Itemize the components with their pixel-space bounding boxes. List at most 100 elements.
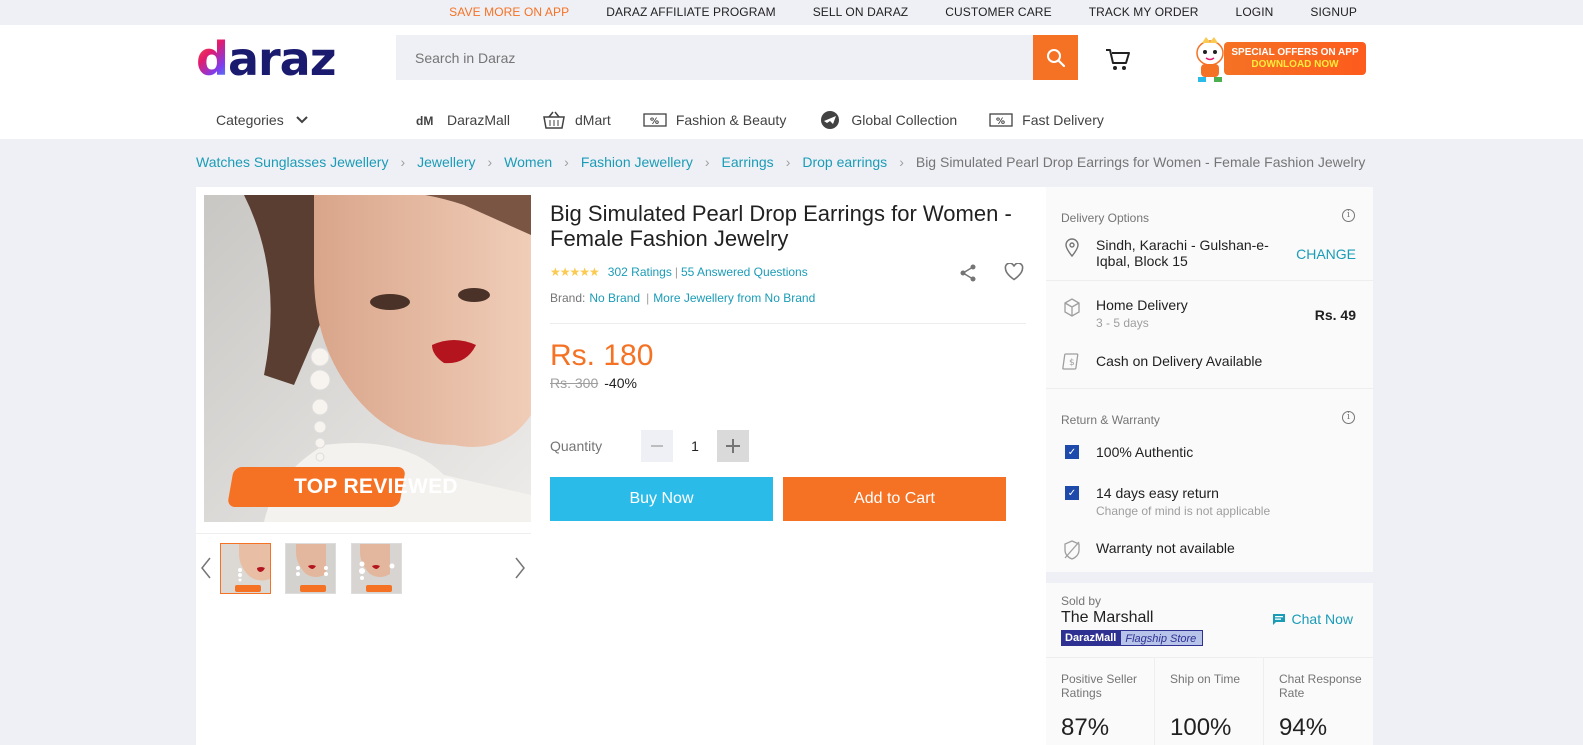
discount-tag-icon: % [643,110,667,130]
more-from-brand-link[interactable]: More Jewellery from No Brand [653,291,815,305]
warranty-row: Warranty not available [1061,540,1235,560]
thumbnail-3[interactable] [351,543,402,594]
brand-row: Brand: No Brand | More Jewellery from No… [550,291,815,305]
signup-link[interactable]: SIGNUP [1310,5,1357,19]
home-delivery-row: Home Delivery 3 - 5 days [1061,297,1188,330]
info-icon[interactable]: i [1342,411,1355,424]
rating-row: ★★★★★ 302 Ratings | 55 Answered Question… [550,265,808,279]
questions-link[interactable]: 55 Answered Questions [681,265,808,279]
ratings-link[interactable]: 302 Ratings [608,265,672,279]
customer-care-link[interactable]: CUSTOMER CARE [945,5,1051,19]
change-location-button[interactable]: CHANGE [1296,246,1356,262]
return-label: 14 days easy return [1096,485,1219,501]
chat-now-button[interactable]: Chat Now [1272,611,1353,627]
quantity-increase-button[interactable] [717,430,749,462]
quantity-value[interactable]: 1 [673,438,717,454]
product-photo [204,195,531,522]
nav-label: Fast Delivery [1022,112,1104,128]
add-to-cart-button[interactable]: Add to Cart [783,477,1006,521]
svg-text:%: % [650,117,659,127]
save-more-on-app-link[interactable]: SAVE MORE ON APP [449,5,569,19]
top-reviewed-badge: TOP REVIEWED [294,475,458,498]
metric-chat-response: Chat Response Rate 94% [1264,658,1373,745]
quantity-stepper: Quantity 1 [550,430,749,462]
nav-fashion-beauty[interactable]: % Fashion & Beauty [643,110,787,130]
wishlist-button[interactable] [1004,262,1024,284]
darazmall-badge: DarazMall [1061,630,1121,646]
thumbnail-2[interactable] [285,543,336,594]
breadcrumb-item[interactable]: Watches Sunglasses Jewellery [196,154,388,170]
sold-by-label: Sold by [1061,594,1102,608]
breadcrumb-item[interactable]: Jewellery [417,154,475,170]
top-links: SAVE MORE ON APP DARAZ AFFILIATE PROGRAM… [412,5,1357,19]
nav-label: Fashion & Beauty [675,112,787,128]
logo-text: araz [227,32,337,86]
affiliate-program-link[interactable]: DARAZ AFFILIATE PROGRAM [606,5,775,19]
nav-label: DarazMall [447,112,511,128]
cod-label: Cash on Delivery Available [1096,353,1263,369]
svg-text:dM: dM [416,114,433,127]
nav-darazmall[interactable]: dM DarazMall [414,110,510,130]
breadcrumb-item[interactable]: Earrings [722,154,774,170]
seller-name[interactable]: The Marshall [1061,609,1153,627]
thumbnail-prev-button[interactable] [200,556,212,583]
return-warranty-heading: Return & Warranty [1061,413,1160,427]
brand-link[interactable]: No Brand [589,291,640,305]
breadcrumb-item[interactable]: Women [504,154,552,170]
cart-icon [1106,49,1130,70]
plane-globe-icon [818,110,842,130]
sell-on-daraz-link[interactable]: SELL ON DARAZ [813,5,909,19]
location-text: Sindh, Karachi - Gulshan-e-Iqbal, Block … [1096,237,1269,269]
breadcrumb-item[interactable]: Fashion Jewellery [581,154,693,170]
chevron-right-icon: › [785,154,791,170]
product-image[interactable]: TOP REVIEWED [204,195,531,522]
authentic-row: ✓ 100% Authentic [1061,444,1193,460]
divider [1046,280,1373,281]
chevron-right-icon: › [564,154,569,170]
metric-value: 94% [1279,714,1328,741]
original-price: Rs. 300 [550,375,599,391]
thumbnail-next-button[interactable] [514,556,526,583]
info-icon[interactable]: i [1342,209,1355,222]
breadcrumb-item[interactable]: Drop earrings [802,154,887,170]
app-promo-banner[interactable]: SPECIAL OFFERS ON APP DOWNLOAD NOW [1188,33,1366,82]
authentic-label: 100% Authentic [1096,444,1194,460]
cash-icon: $ [1061,353,1083,371]
nav-items: dM DarazMall dMart % Fashion & Beauty Gl… [414,110,1136,130]
search-button[interactable] [1033,35,1078,80]
nav-label: Global Collection [851,112,958,128]
login-link[interactable]: LOGIN [1236,5,1274,19]
quantity-decrease-button[interactable] [641,430,673,462]
nav-dmart[interactable]: dMart [542,110,611,130]
metric-value: 100% [1170,714,1232,741]
seller-header: Sold by The Marshall DarazMall Flagship … [1046,583,1373,657]
basket-icon [542,110,566,130]
buy-now-button[interactable]: Buy Now [550,477,773,521]
delivery-box-icon [1061,297,1083,317]
search-input[interactable] [396,35,1032,80]
thumbnail-1[interactable] [220,543,271,594]
svg-text:%: % [996,117,1005,127]
chat-now-label: Chat Now [1291,611,1353,627]
daraz-logo[interactable]: daraz [196,32,337,86]
cart-button[interactable] [1104,47,1132,76]
separator: | [674,265,678,279]
nav-global-collection[interactable]: Global Collection [818,110,957,130]
logo-letter: d [196,32,229,86]
share-icon [960,264,976,282]
home-delivery-days: 3 - 5 days [1096,316,1149,330]
thumbnail-image [352,544,401,593]
track-my-order-link[interactable]: TRACK MY ORDER [1089,5,1199,19]
minus-icon [651,445,663,447]
share-button[interactable] [958,263,978,286]
nav-fast-delivery[interactable]: % Fast Delivery [989,110,1104,130]
categories-dropdown[interactable]: Categories [216,112,308,128]
chevron-right-icon: › [487,154,493,170]
search-icon [1046,48,1065,67]
metric-ship-on-time: Ship on Time 100% [1155,658,1264,745]
category-nav: Categories dM DarazMall dMart % Fashion [0,107,1583,139]
separator: | [646,291,650,305]
delivery-location: Sindh, Karachi - Gulshan-e-Iqbal, Block … [1061,237,1276,269]
categories-label: Categories [216,112,284,128]
metric-value: 87% [1061,714,1110,741]
